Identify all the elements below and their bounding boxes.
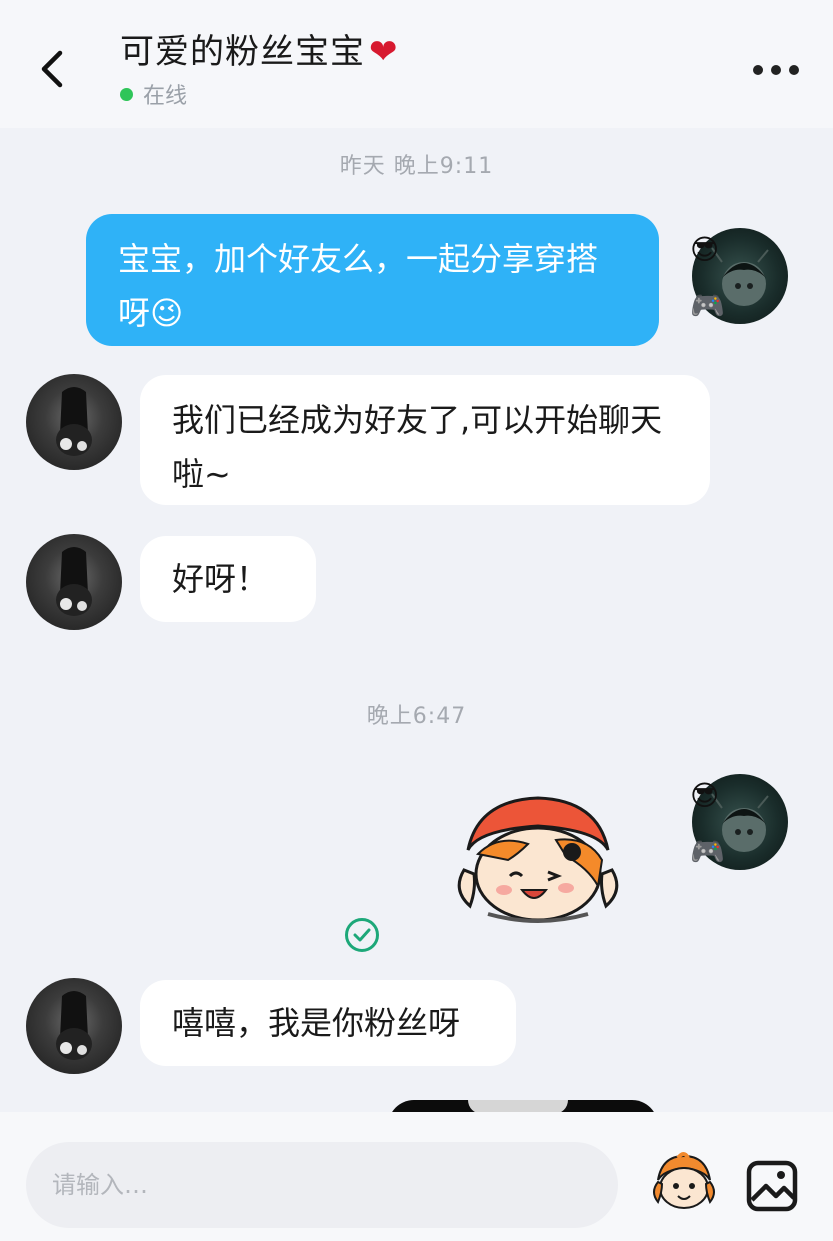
my-message-bubble[interactable]: 宝宝，加个好友么，一起分享穿搭呀😉	[86, 214, 659, 346]
message-input[interactable]	[26, 1142, 618, 1228]
online-status: 在线	[120, 82, 187, 109]
emoji-sticker-icon	[653, 1152, 715, 1209]
status-text: 在线	[143, 84, 188, 109]
message-timestamp: 昨天 晚上9:11	[339, 154, 494, 179]
back-arrow-icon	[41, 50, 63, 88]
message-timestamp: 晚上6:47	[366, 704, 467, 729]
their-message-bubble[interactable]: 嘻嘻，我是你粉丝呀	[140, 980, 516, 1066]
sunglasses-badge-icon: 😎	[690, 233, 720, 266]
emoji-sticker-button[interactable]	[648, 1152, 720, 1212]
online-dot-icon	[120, 87, 133, 101]
contact-name: 可爱的粉丝宝宝	[120, 32, 365, 72]
gamepad-badge-icon: 🎮	[690, 289, 725, 322]
back-button[interactable]	[28, 44, 78, 94]
sticker-message[interactable]	[448, 790, 628, 930]
chat-header: 可爱的粉丝宝宝 ❤ 在线	[0, 0, 833, 128]
chat-title: 可爱的粉丝宝宝 ❤	[120, 30, 399, 74]
sunglasses-badge-icon: 😎	[690, 779, 720, 812]
heart-icon: ❤	[369, 32, 399, 72]
read-check-icon	[345, 918, 379, 952]
contact-avatar[interactable]	[26, 978, 122, 1074]
their-message-bubble[interactable]: 我们已经成为好友了,可以开始聊天啦~	[140, 375, 710, 505]
contact-avatar[interactable]	[26, 374, 122, 470]
contact-avatar[interactable]	[26, 534, 122, 630]
image-icon	[746, 1160, 798, 1212]
more-options-button[interactable]	[753, 56, 799, 84]
more-dots-icon	[753, 65, 763, 75]
gamepad-badge-icon: 🎮	[690, 835, 725, 868]
their-message-bubble[interactable]: 好呀！	[140, 536, 316, 622]
image-button[interactable]	[746, 1160, 798, 1212]
